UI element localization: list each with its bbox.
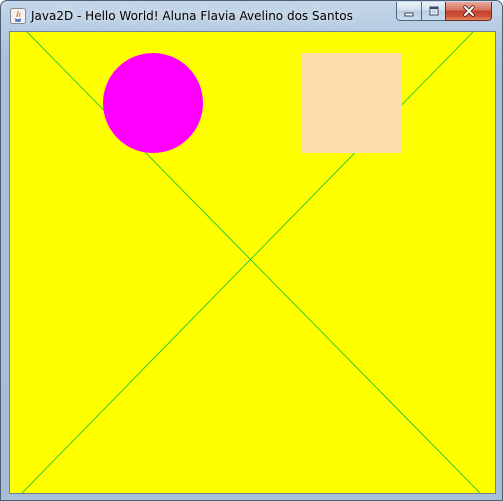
canvas-drawing (21, 32, 481, 493)
diagonal-line-ascending (21, 32, 474, 493)
magenta-circle (103, 53, 203, 153)
title-bar[interactable]: Java2D - Hello World! Aluna Flavia Aveli… (1, 1, 502, 31)
app-window: Java2D - Hello World! Aluna Flavia Aveli… (0, 0, 503, 501)
drawing-canvas (9, 31, 496, 494)
window-title: Java2D - Hello World! Aluna Flavia Aveli… (31, 9, 353, 23)
minimize-button[interactable] (396, 2, 422, 21)
java-app-icon[interactable] (10, 8, 26, 24)
maximize-icon (428, 2, 440, 21)
tan-square (302, 53, 402, 153)
close-icon (462, 2, 476, 21)
diagonal-line-descending (26, 32, 481, 493)
maximize-button[interactable] (421, 2, 446, 21)
minimize-icon (403, 2, 415, 21)
close-button[interactable] (445, 2, 492, 21)
